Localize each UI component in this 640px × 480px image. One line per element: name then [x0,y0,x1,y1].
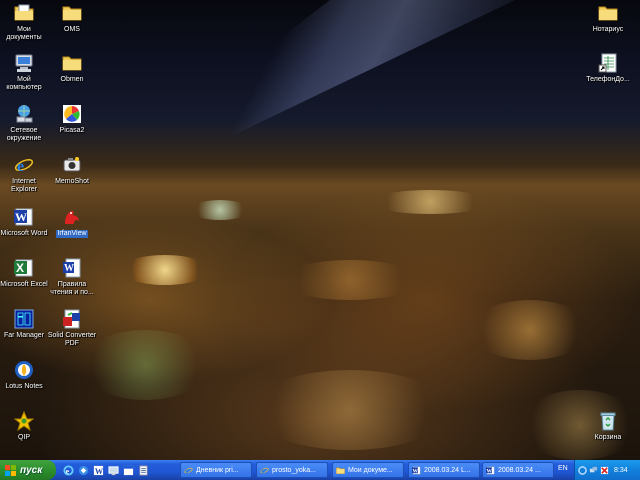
taskbar-button[interactable]: W 2008.03.24 ... [482,462,554,478]
desktop-icon-label: QIP [17,434,31,441]
desktop-icon-notarius[interactable]: Нотариус [578,3,638,34]
city-glow [470,300,590,360]
system-tray: 8:34 [574,460,640,480]
taskbar-button-label: 2008.03.24 L... [424,466,471,474]
folder-docs-icon [14,3,34,23]
taskbar: пуск e W e Дневник pri... e prosto_yoka... М… [0,460,640,480]
city-glow [280,260,420,300]
windows-flag-icon [5,464,16,476]
desktop-icon-label: Far Manager [3,332,45,339]
desktop-icon-label: Мой компьютер [6,76,42,91]
ie-icon: e [184,466,193,475]
svg-text:W: W [486,468,492,474]
irfanview-icon [62,207,82,227]
city-glow [190,200,250,220]
desktop-icon-label: Lotus Notes [5,383,43,390]
desktop-icon-label: Microsoft Word [0,230,48,237]
start-button[interactable]: пуск [0,460,56,480]
svg-text:e: e [261,467,264,475]
desktop-icon-recycle[interactable]: Корзина [578,411,638,442]
taskbar-button[interactable]: e prosto_yoka... [256,462,328,478]
taskbar-button-label: prosto_yoka... [272,466,316,474]
taskbar-button[interactable]: Мои докуме... [332,462,404,478]
word-doc-icon: W [62,258,82,278]
ie-icon: e [260,466,269,475]
antivirus-icon[interactable] [600,466,609,475]
folder-icon [62,53,82,73]
svg-text:W: W [95,467,104,476]
folder-icon [598,3,618,23]
svg-text:e: e [17,158,24,175]
taskbar-button-label: Дневник pri... [196,466,239,474]
desktop-icon-label: Picasa2 [59,127,85,134]
desktop-icon-label: Microsoft Excel [0,281,48,288]
word-icon: W [486,466,495,475]
svg-text:W: W [64,263,74,274]
svg-text:W: W [15,210,27,224]
desktop-icon-label: ТелефонДо... [586,76,630,83]
folder-icon [62,3,82,23]
ie-icon[interactable] [578,465,587,475]
start-label: пуск [20,464,43,476]
city-glow [370,190,490,214]
computer-icon [14,53,34,73]
folder-icon [336,466,345,475]
taskbar-button-label: 2008.03.24 ... [498,466,541,474]
desktop-icon-telefon[interactable]: ТелефонДо... [578,53,638,84]
ie-icon: e [14,155,34,175]
desktop-icon-lotus[interactable]: Lotus Notes [0,360,54,391]
taskbar-button[interactable]: e Дневник pri... [180,462,252,478]
clock[interactable]: 8:34 [614,467,628,474]
ie-icon[interactable]: e [62,463,75,477]
word-icon[interactable]: W [92,463,105,477]
desktop-icon-oms[interactable]: OMS [42,3,102,34]
desktop-icon-label: Сетевое окружение [6,127,42,142]
city-glow [120,255,210,285]
network-icon [14,104,34,124]
camera-icon [62,155,82,175]
excel-icon: X [14,258,34,278]
desktop-icon-qip[interactable]: QIP [0,411,54,442]
network-icon[interactable] [589,466,598,475]
city-glow [250,370,450,450]
far-icon [14,309,34,329]
doc-icon[interactable] [137,463,150,477]
svg-text:X: X [16,261,24,275]
svg-text:e: e [185,467,188,475]
lotus-icon [14,360,34,380]
desktop-icon-pravila[interactable]: W Правила чтения и по... [42,258,102,297]
desktop-icon-label: OMS [64,26,80,33]
desktop-icon-label: Корзина [594,434,622,441]
desktop-icon-label: Obmen [60,76,84,83]
picasa-icon [62,104,82,124]
window-icon[interactable] [122,463,135,477]
word-icon: W [412,466,421,475]
desktop-icon-label: Solid Converter PDF [47,332,97,347]
desktop-icon-picasa[interactable]: Picasa2 [42,104,102,135]
quick-launch-bar: e W [62,463,150,477]
desktop-icon-label: Internet Explorer [10,178,38,193]
outlook-icon[interactable] [77,463,90,477]
taskbar-button-label: Мои докуме... [348,466,393,474]
solid-converter-icon [62,309,82,329]
desktop-icon-solid[interactable]: Solid Converter PDF [42,309,102,348]
desktop-icon-label: IrfanView [56,230,88,238]
excel-shortcut-icon [598,53,618,73]
desktop-icon-memoshot[interactable]: MemoShot [42,155,102,186]
svg-text:W: W [412,468,418,474]
desktop-icon-label: Нотариус [592,26,624,33]
desktop-icon[interactable] [107,463,120,477]
qip-icon [14,411,34,431]
desktop-icon-label: Мои документы [6,26,42,41]
word-icon: W [14,207,34,227]
language-indicator[interactable]: EN [558,465,568,472]
taskbar-button[interactable]: W 2008.03.24 L... [408,462,480,478]
recycle-bin-icon [598,411,618,431]
desktop-icon-label: Правила чтения и по... [50,281,94,296]
desktop-icon-obmen[interactable]: Obmen [42,53,102,84]
desktop-icon-label: MemoShot [55,178,89,185]
desktop-icon-irfanview[interactable]: IrfanView [42,207,102,238]
